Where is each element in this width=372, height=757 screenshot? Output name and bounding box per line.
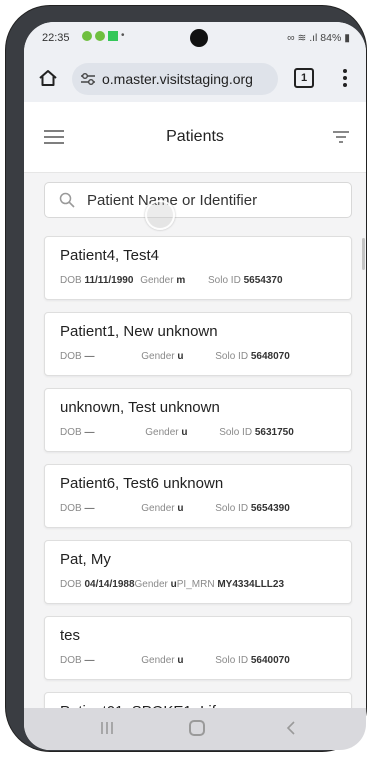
site-settings-icon[interactable] xyxy=(80,72,96,86)
patient-card[interactable]: Pat, My DOB 04/14/1988Gender uPI_MRN MY4… xyxy=(44,540,352,604)
search-box[interactable] xyxy=(44,182,352,218)
dob-label: DOB xyxy=(60,579,82,590)
id-value: 5640070 xyxy=(250,655,290,666)
dob-value: — xyxy=(84,427,95,438)
dob-label: DOB xyxy=(60,427,82,438)
id-label: Solo ID xyxy=(215,655,249,666)
gender-label: Gender xyxy=(134,579,168,590)
home-icon[interactable] xyxy=(38,68,58,88)
app-notification-icon xyxy=(82,30,92,41)
notification-icons: • xyxy=(82,30,125,41)
search-icon xyxy=(59,192,75,208)
url-text[interactable]: o.master.visitstaging.org xyxy=(102,71,253,87)
dob-label: DOB xyxy=(60,655,82,666)
id-label: Solo ID xyxy=(208,275,241,286)
gender-label: Gender xyxy=(141,655,175,666)
browser-toolbar: o.master.visitstaging.org 1 xyxy=(24,56,366,102)
home-button-icon[interactable] xyxy=(189,720,205,736)
gender-label: Gender xyxy=(141,351,175,362)
search-input[interactable] xyxy=(85,187,345,213)
touch-indicator xyxy=(145,200,175,230)
patient-meta: DOB — Gender u Solo ID 5654390 xyxy=(60,503,290,514)
back-icon[interactable] xyxy=(286,720,296,736)
gender-value: u xyxy=(177,503,184,514)
patient-list: Patient4, Test4 DOB 11/11/1990 Gender m … xyxy=(44,236,352,750)
gender-value: u xyxy=(181,427,188,438)
system-nav-bar xyxy=(24,708,366,750)
phone-screen: 22:35 • ∞ ≋ .ıl 84% ▮ o.master.visitstag… xyxy=(24,22,366,750)
app-notification-icon xyxy=(108,30,118,41)
phone-frame: 22:35 • ∞ ≋ .ıl 84% ▮ o.master.visitstag… xyxy=(6,6,366,751)
gender-value: u xyxy=(177,351,184,362)
id-value: MY4334LLL23 xyxy=(217,579,285,590)
dob-value: 04/14/1988 xyxy=(84,579,135,590)
id-value: 5654370 xyxy=(243,275,283,286)
gender-value: u xyxy=(177,655,184,666)
address-bar[interactable]: o.master.visitstaging.org xyxy=(72,63,278,95)
battery-level: 84% xyxy=(320,32,342,44)
dob-label: DOB xyxy=(60,275,82,286)
patient-name: Patient1, New unknown xyxy=(60,323,218,340)
dob-value: 11/11/1990 xyxy=(84,275,134,286)
id-label: Solo ID xyxy=(219,427,253,438)
patient-name: Patient4, Test4 xyxy=(60,247,159,264)
patient-meta: DOB 11/11/1990 Gender m Solo ID 5654370 xyxy=(60,275,283,286)
patient-name: Patient6, Test6 unknown xyxy=(60,475,224,492)
dob-value: — xyxy=(84,351,95,362)
dob-value: — xyxy=(84,503,95,514)
patient-name: Pat, My xyxy=(60,551,111,568)
dob-value: — xyxy=(84,655,95,666)
more-notifications-icon: • xyxy=(121,30,125,41)
gender-value: m xyxy=(176,275,186,286)
filter-icon[interactable] xyxy=(333,131,349,143)
dob-label: DOB xyxy=(60,351,82,362)
page-title: Patients xyxy=(166,128,224,145)
scrollbar[interactable] xyxy=(362,238,365,270)
recent-apps-icon[interactable] xyxy=(100,720,114,736)
app-header: Patients xyxy=(24,102,366,173)
gender-label: Gender xyxy=(145,427,179,438)
patient-meta: DOB — Gender u Solo ID 5648070 xyxy=(60,351,290,362)
patient-card[interactable]: Patient1, New unknown DOB — Gender u Sol… xyxy=(44,312,352,376)
patient-meta: DOB 04/14/1988Gender uPI_MRN MY4334LLL23 xyxy=(60,579,284,590)
gender-label: Gender xyxy=(140,275,174,286)
signal-icon: ∞ ≋ .ıl xyxy=(287,32,321,44)
patient-card[interactable]: Patient4, Test4 DOB 11/11/1990 Gender m … xyxy=(44,236,352,300)
status-time: 22:35 xyxy=(42,32,70,44)
status-right: ∞ ≋ .ıl 84% ▮ xyxy=(287,32,350,44)
patient-card[interactable]: unknown, Test unknown DOB — Gender u Sol… xyxy=(44,388,352,452)
patient-name: unknown, Test unknown xyxy=(60,399,220,416)
battery-icon: ▮ xyxy=(341,32,350,44)
dob-label: DOB xyxy=(60,503,82,514)
id-label: Solo ID xyxy=(215,351,249,362)
status-bar: 22:35 • ∞ ≋ .ıl 84% ▮ xyxy=(24,22,366,56)
tabs-icon[interactable]: 1 xyxy=(294,68,314,88)
id-label: PI_MRN xyxy=(176,579,215,590)
more-menu-icon[interactable] xyxy=(340,66,350,90)
front-camera xyxy=(190,29,208,47)
patient-meta: DOB — Gender u Solo ID 5631750 xyxy=(60,427,294,438)
id-value: 5654390 xyxy=(250,503,290,514)
gender-label: Gender xyxy=(141,503,175,514)
patient-card[interactable]: Patient6, Test6 unknown DOB — Gender u S… xyxy=(44,464,352,528)
id-value: 5631750 xyxy=(254,427,294,438)
id-label: Solo ID xyxy=(215,503,249,514)
app-notification-icon xyxy=(95,30,105,41)
patient-card[interactable]: tes DOB — Gender u Solo ID 5640070 xyxy=(44,616,352,680)
id-value: 5648070 xyxy=(250,351,290,362)
patient-meta: DOB — Gender u Solo ID 5640070 xyxy=(60,655,290,666)
patient-name: tes xyxy=(60,627,81,644)
